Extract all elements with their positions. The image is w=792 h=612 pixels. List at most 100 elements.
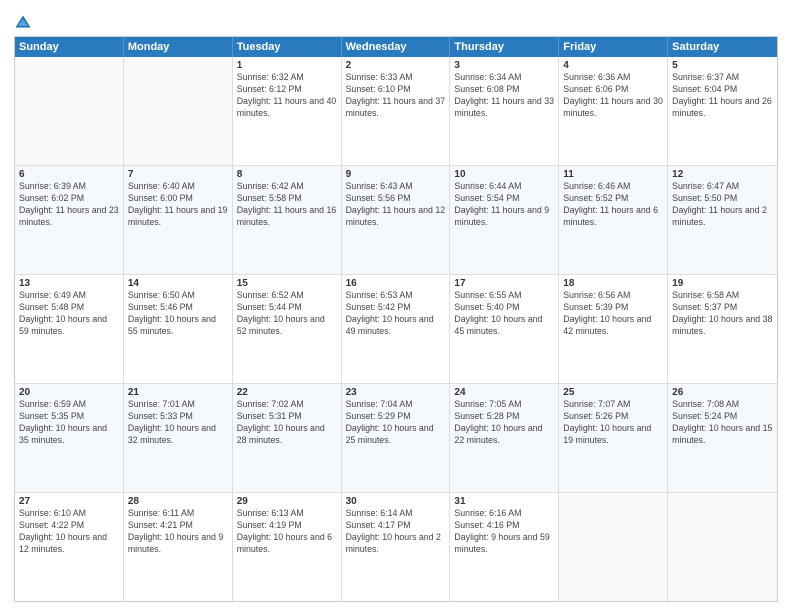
- cal-cell-w2d4: 9Sunrise: 6:43 AM Sunset: 5:56 PM Daylig…: [342, 166, 451, 274]
- day-number: 27: [19, 496, 119, 507]
- cell-info-text: Sunrise: 7:08 AM Sunset: 5:24 PM Dayligh…: [672, 399, 773, 447]
- cal-cell-w2d5: 10Sunrise: 6:44 AM Sunset: 5:54 PM Dayli…: [450, 166, 559, 274]
- cal-cell-w2d1: 6Sunrise: 6:39 AM Sunset: 6:02 PM Daylig…: [15, 166, 124, 274]
- cal-cell-w3d4: 16Sunrise: 6:53 AM Sunset: 5:42 PM Dayli…: [342, 275, 451, 383]
- day-number: 5: [672, 60, 773, 71]
- cal-cell-w4d3: 22Sunrise: 7:02 AM Sunset: 5:31 PM Dayli…: [233, 384, 342, 492]
- cell-info-text: Sunrise: 6:32 AM Sunset: 6:12 PM Dayligh…: [237, 72, 337, 120]
- day-number: 30: [346, 496, 446, 507]
- cell-info-text: Sunrise: 6:14 AM Sunset: 4:17 PM Dayligh…: [346, 508, 446, 556]
- day-number: 20: [19, 387, 119, 398]
- cell-info-text: Sunrise: 6:53 AM Sunset: 5:42 PM Dayligh…: [346, 290, 446, 338]
- calendar-body: 1Sunrise: 6:32 AM Sunset: 6:12 PM Daylig…: [15, 57, 777, 601]
- cal-cell-w3d1: 13Sunrise: 6:49 AM Sunset: 5:48 PM Dayli…: [15, 275, 124, 383]
- cell-info-text: Sunrise: 6:33 AM Sunset: 6:10 PM Dayligh…: [346, 72, 446, 120]
- cal-cell-w5d5: 31Sunrise: 6:16 AM Sunset: 4:16 PM Dayli…: [450, 493, 559, 601]
- cal-cell-w5d6: [559, 493, 668, 601]
- cell-info-text: Sunrise: 6:56 AM Sunset: 5:39 PM Dayligh…: [563, 290, 663, 338]
- cal-cell-w3d7: 19Sunrise: 6:58 AM Sunset: 5:37 PM Dayli…: [668, 275, 777, 383]
- cal-cell-w5d4: 30Sunrise: 6:14 AM Sunset: 4:17 PM Dayli…: [342, 493, 451, 601]
- cell-info-text: Sunrise: 6:10 AM Sunset: 4:22 PM Dayligh…: [19, 508, 119, 556]
- cal-cell-w4d5: 24Sunrise: 7:05 AM Sunset: 5:28 PM Dayli…: [450, 384, 559, 492]
- cal-cell-w2d7: 12Sunrise: 6:47 AM Sunset: 5:50 PM Dayli…: [668, 166, 777, 274]
- cell-info-text: Sunrise: 7:05 AM Sunset: 5:28 PM Dayligh…: [454, 399, 554, 447]
- cal-cell-w1d6: 4Sunrise: 6:36 AM Sunset: 6:06 PM Daylig…: [559, 57, 668, 165]
- day-number: 2: [346, 60, 446, 71]
- day-number: 16: [346, 278, 446, 289]
- day-number: 19: [672, 278, 773, 289]
- day-number: 4: [563, 60, 663, 71]
- cell-info-text: Sunrise: 6:43 AM Sunset: 5:56 PM Dayligh…: [346, 181, 446, 229]
- cell-info-text: Sunrise: 7:07 AM Sunset: 5:26 PM Dayligh…: [563, 399, 663, 447]
- cal-cell-w5d2: 28Sunrise: 6:11 AM Sunset: 4:21 PM Dayli…: [124, 493, 233, 601]
- cal-cell-w3d2: 14Sunrise: 6:50 AM Sunset: 5:46 PM Dayli…: [124, 275, 233, 383]
- logo-icon: [14, 14, 32, 32]
- cell-info-text: Sunrise: 7:02 AM Sunset: 5:31 PM Dayligh…: [237, 399, 337, 447]
- day-number: 25: [563, 387, 663, 398]
- col-header-monday: Monday: [124, 37, 233, 57]
- cell-info-text: Sunrise: 7:01 AM Sunset: 5:33 PM Dayligh…: [128, 399, 228, 447]
- cal-cell-w1d1: [15, 57, 124, 165]
- calendar-row-3: 13Sunrise: 6:49 AM Sunset: 5:48 PM Dayli…: [15, 274, 777, 383]
- header: [14, 10, 778, 32]
- day-number: 1: [237, 60, 337, 71]
- day-number: 22: [237, 387, 337, 398]
- col-header-saturday: Saturday: [668, 37, 777, 57]
- col-header-friday: Friday: [559, 37, 668, 57]
- cal-cell-w4d7: 26Sunrise: 7:08 AM Sunset: 5:24 PM Dayli…: [668, 384, 777, 492]
- cell-info-text: Sunrise: 6:42 AM Sunset: 5:58 PM Dayligh…: [237, 181, 337, 229]
- logo: [14, 14, 34, 32]
- page: SundayMondayTuesdayWednesdayThursdayFrid…: [0, 0, 792, 612]
- calendar-row-5: 27Sunrise: 6:10 AM Sunset: 4:22 PM Dayli…: [15, 492, 777, 601]
- cal-cell-w2d3: 8Sunrise: 6:42 AM Sunset: 5:58 PM Daylig…: [233, 166, 342, 274]
- cell-info-text: Sunrise: 6:50 AM Sunset: 5:46 PM Dayligh…: [128, 290, 228, 338]
- day-number: 14: [128, 278, 228, 289]
- calendar-row-2: 6Sunrise: 6:39 AM Sunset: 6:02 PM Daylig…: [15, 165, 777, 274]
- cal-cell-w5d3: 29Sunrise: 6:13 AM Sunset: 4:19 PM Dayli…: [233, 493, 342, 601]
- day-number: 13: [19, 278, 119, 289]
- cal-cell-w1d4: 2Sunrise: 6:33 AM Sunset: 6:10 PM Daylig…: [342, 57, 451, 165]
- day-number: 29: [237, 496, 337, 507]
- calendar-header-row: SundayMondayTuesdayWednesdayThursdayFrid…: [15, 37, 777, 57]
- cal-cell-w1d2: [124, 57, 233, 165]
- cell-info-text: Sunrise: 6:16 AM Sunset: 4:16 PM Dayligh…: [454, 508, 554, 556]
- col-header-sunday: Sunday: [15, 37, 124, 57]
- calendar-row-1: 1Sunrise: 6:32 AM Sunset: 6:12 PM Daylig…: [15, 57, 777, 165]
- day-number: 23: [346, 387, 446, 398]
- day-number: 7: [128, 169, 228, 180]
- cell-info-text: Sunrise: 6:47 AM Sunset: 5:50 PM Dayligh…: [672, 181, 773, 229]
- cell-info-text: Sunrise: 7:04 AM Sunset: 5:29 PM Dayligh…: [346, 399, 446, 447]
- cell-info-text: Sunrise: 6:11 AM Sunset: 4:21 PM Dayligh…: [128, 508, 228, 556]
- cal-cell-w4d1: 20Sunrise: 6:59 AM Sunset: 5:35 PM Dayli…: [15, 384, 124, 492]
- day-number: 15: [237, 278, 337, 289]
- day-number: 9: [346, 169, 446, 180]
- cal-cell-w5d7: [668, 493, 777, 601]
- cal-cell-w3d3: 15Sunrise: 6:52 AM Sunset: 5:44 PM Dayli…: [233, 275, 342, 383]
- cal-cell-w4d6: 25Sunrise: 7:07 AM Sunset: 5:26 PM Dayli…: [559, 384, 668, 492]
- cell-info-text: Sunrise: 6:44 AM Sunset: 5:54 PM Dayligh…: [454, 181, 554, 229]
- cal-cell-w4d4: 23Sunrise: 7:04 AM Sunset: 5:29 PM Dayli…: [342, 384, 451, 492]
- cell-info-text: Sunrise: 6:59 AM Sunset: 5:35 PM Dayligh…: [19, 399, 119, 447]
- cal-cell-w1d3: 1Sunrise: 6:32 AM Sunset: 6:12 PM Daylig…: [233, 57, 342, 165]
- day-number: 26: [672, 387, 773, 398]
- col-header-wednesday: Wednesday: [342, 37, 451, 57]
- cell-info-text: Sunrise: 6:49 AM Sunset: 5:48 PM Dayligh…: [19, 290, 119, 338]
- day-number: 8: [237, 169, 337, 180]
- cell-info-text: Sunrise: 6:58 AM Sunset: 5:37 PM Dayligh…: [672, 290, 773, 338]
- col-header-tuesday: Tuesday: [233, 37, 342, 57]
- cal-cell-w3d6: 18Sunrise: 6:56 AM Sunset: 5:39 PM Dayli…: [559, 275, 668, 383]
- cal-cell-w1d5: 3Sunrise: 6:34 AM Sunset: 6:08 PM Daylig…: [450, 57, 559, 165]
- day-number: 12: [672, 169, 773, 180]
- cell-info-text: Sunrise: 6:40 AM Sunset: 6:00 PM Dayligh…: [128, 181, 228, 229]
- cal-cell-w3d5: 17Sunrise: 6:55 AM Sunset: 5:40 PM Dayli…: [450, 275, 559, 383]
- day-number: 17: [454, 278, 554, 289]
- cal-cell-w1d7: 5Sunrise: 6:37 AM Sunset: 6:04 PM Daylig…: [668, 57, 777, 165]
- day-number: 10: [454, 169, 554, 180]
- day-number: 21: [128, 387, 228, 398]
- day-number: 6: [19, 169, 119, 180]
- col-header-thursday: Thursday: [450, 37, 559, 57]
- cal-cell-w2d2: 7Sunrise: 6:40 AM Sunset: 6:00 PM Daylig…: [124, 166, 233, 274]
- calendar: SundayMondayTuesdayWednesdayThursdayFrid…: [14, 36, 778, 602]
- day-number: 18: [563, 278, 663, 289]
- cell-info-text: Sunrise: 6:13 AM Sunset: 4:19 PM Dayligh…: [237, 508, 337, 556]
